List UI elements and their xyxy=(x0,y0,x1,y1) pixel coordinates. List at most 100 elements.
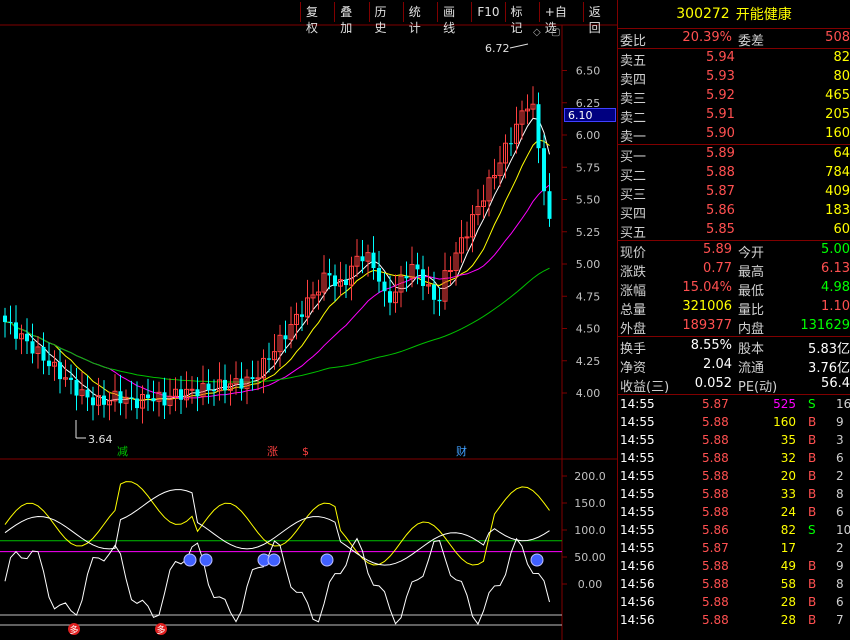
toolbar-restore-rights-button[interactable]: 复权 xyxy=(300,2,334,35)
order-volume: 160 xyxy=(825,126,850,141)
fin-label: 收益(三) xyxy=(620,380,670,395)
toolbar-f10-button[interactable]: F10 xyxy=(471,2,504,22)
tick-row: 14:56 5.88 28 B 6 xyxy=(618,593,850,611)
tick-side: S xyxy=(808,397,816,411)
candle-body-down xyxy=(151,398,156,402)
weibi-value: 20.39% xyxy=(682,30,732,45)
diamond-icon[interactable]: ◇ xyxy=(533,27,541,38)
tick-time: 14:55 xyxy=(620,505,655,519)
candle-body-down xyxy=(250,377,255,379)
tick-price: 5.87 xyxy=(702,397,729,411)
candle-body-down xyxy=(300,314,304,317)
candle-body-down xyxy=(212,390,216,392)
candle-body-down xyxy=(421,269,425,286)
tick-volume: 28 xyxy=(780,613,796,627)
candle-body-down xyxy=(129,397,134,399)
tick-volume: 58 xyxy=(780,577,796,591)
toolbar-overlay-button[interactable]: 叠加 xyxy=(334,2,368,35)
toolbar-history-button[interactable]: 历史 xyxy=(368,2,403,35)
sell-orders: 卖五 5.94 82 卖四 5.93 80 卖三 5.92 465 卖二 5.91 205 卖一 5.90… xyxy=(618,49,850,145)
tick-volume: 525 xyxy=(773,397,796,411)
fin-value: 8.55% xyxy=(690,338,732,353)
candle-body-down xyxy=(3,315,7,323)
buy-signal-label: 多 xyxy=(69,624,78,636)
stat-label: 今开 xyxy=(738,246,765,261)
tick-row: 14:55 5.88 35 B 3 xyxy=(618,431,850,449)
tick-time: 14:56 xyxy=(620,559,655,573)
sell-order-row: 卖五 5.94 82 xyxy=(618,49,850,69)
candle-body-down xyxy=(327,273,332,276)
order-level-label: 卖三 xyxy=(620,92,647,107)
tick-row: 14:55 5.88 160 B 9 xyxy=(618,413,850,431)
candle-body-down xyxy=(179,389,183,400)
fin-label: 换手 xyxy=(620,342,647,357)
tick-price: 5.88 xyxy=(702,613,729,627)
price-stat-row: 外盘 189377 内盘 131629 xyxy=(618,317,850,337)
fin-value: 3.76亿 xyxy=(808,361,850,376)
tick-time: 14:56 xyxy=(620,577,655,591)
tick-price: 5.88 xyxy=(702,415,729,429)
tick-list[interactable]: 14:55 5.87 525 S 16 14:55 5.88 160 B 9 14:55 5.88 35… xyxy=(618,395,850,629)
order-volume: 205 xyxy=(825,107,850,122)
order-price: 5.93 xyxy=(706,69,735,84)
tick-side: B xyxy=(808,469,817,483)
candle-body-down xyxy=(344,279,348,286)
high-price-pointer xyxy=(509,43,529,49)
order-price: 5.88 xyxy=(706,165,735,180)
stat-label: 外盘 xyxy=(620,322,647,337)
kline-svg[interactable]: 6.506.256.005.755.505.255.004.754.504.25… xyxy=(0,0,617,640)
weicha-value: 508 xyxy=(825,30,850,45)
indicator-axis-label: 0.00 xyxy=(578,578,603,591)
order-price: 5.85 xyxy=(706,222,735,237)
quote-panel: 300272 开能健康 委比 20.39% 委差 508 卖五 5.94 82 卖四 5… xyxy=(617,0,850,640)
order-price: 5.94 xyxy=(706,50,735,65)
tick-row: 14:55 5.87 525 S 16 xyxy=(618,395,850,413)
tick-price: 5.88 xyxy=(702,559,729,573)
window-toggle-icon[interactable]: ▢ xyxy=(551,27,560,38)
stat-label: 现价 xyxy=(620,246,647,261)
tick-side: B xyxy=(808,595,817,609)
toolbar-stats-button[interactable]: 统计 xyxy=(402,2,437,35)
order-volume: 183 xyxy=(825,203,850,218)
event-marker: 减 xyxy=(117,445,128,458)
indicator-axis-label: 100.0 xyxy=(574,524,606,537)
candle-body-down xyxy=(206,383,211,391)
weibi-row: 委比 20.39% 委差 508 xyxy=(618,29,850,49)
sell-order-row: 卖四 5.93 80 xyxy=(618,68,850,88)
toolbar-draw-button[interactable]: 画线 xyxy=(437,2,471,35)
stat-value: 321006 xyxy=(682,299,732,314)
toolbar-add-watchlist-button[interactable]: +自选 xyxy=(538,2,583,35)
candle-body-down xyxy=(118,391,123,404)
order-price: 5.89 xyxy=(706,146,735,161)
tick-time: 14:55 xyxy=(620,523,655,537)
signal-face-icon xyxy=(267,553,281,567)
stat-value: 1.10 xyxy=(821,299,850,314)
order-level-label: 买五 xyxy=(620,226,647,241)
tick-count: 9 xyxy=(836,415,844,429)
tick-time: 14:55 xyxy=(620,487,655,501)
candle-body-down xyxy=(388,291,392,303)
toolbar-mark-button[interactable]: 标记 xyxy=(504,2,539,35)
tick-volume: 160 xyxy=(773,415,796,429)
tick-price: 5.87 xyxy=(702,541,729,555)
buy-order-row: 买一 5.89 64 xyxy=(618,145,850,165)
price-axis-label: 4.25 xyxy=(576,355,601,368)
price-axis-label: 4.00 xyxy=(576,387,601,400)
tick-price: 5.86 xyxy=(702,523,729,537)
weicha-label: 委差 xyxy=(738,34,765,49)
candle-body-down xyxy=(267,358,271,360)
toolbar-back-button[interactable]: 返回 xyxy=(582,2,617,35)
candle-body-down xyxy=(404,276,409,279)
price-axis-label: 5.25 xyxy=(576,226,601,239)
tick-volume: 32 xyxy=(780,451,796,465)
price-axis-label: 5.00 xyxy=(576,258,601,271)
kline-chart-area[interactable]: 6.50 6.25 6.00 5.75 5.50 5.25 5.00 4.75 4.50 4.25… xyxy=(0,0,617,640)
tick-volume: 28 xyxy=(780,595,796,609)
candle-body-down xyxy=(432,284,436,300)
signal-face-icon xyxy=(183,553,197,567)
tick-price: 5.88 xyxy=(702,577,729,591)
tick-count: 2 xyxy=(836,469,844,483)
tick-side: B xyxy=(808,577,817,591)
tick-time: 14:56 xyxy=(620,613,655,627)
tick-time: 14:56 xyxy=(620,595,655,609)
